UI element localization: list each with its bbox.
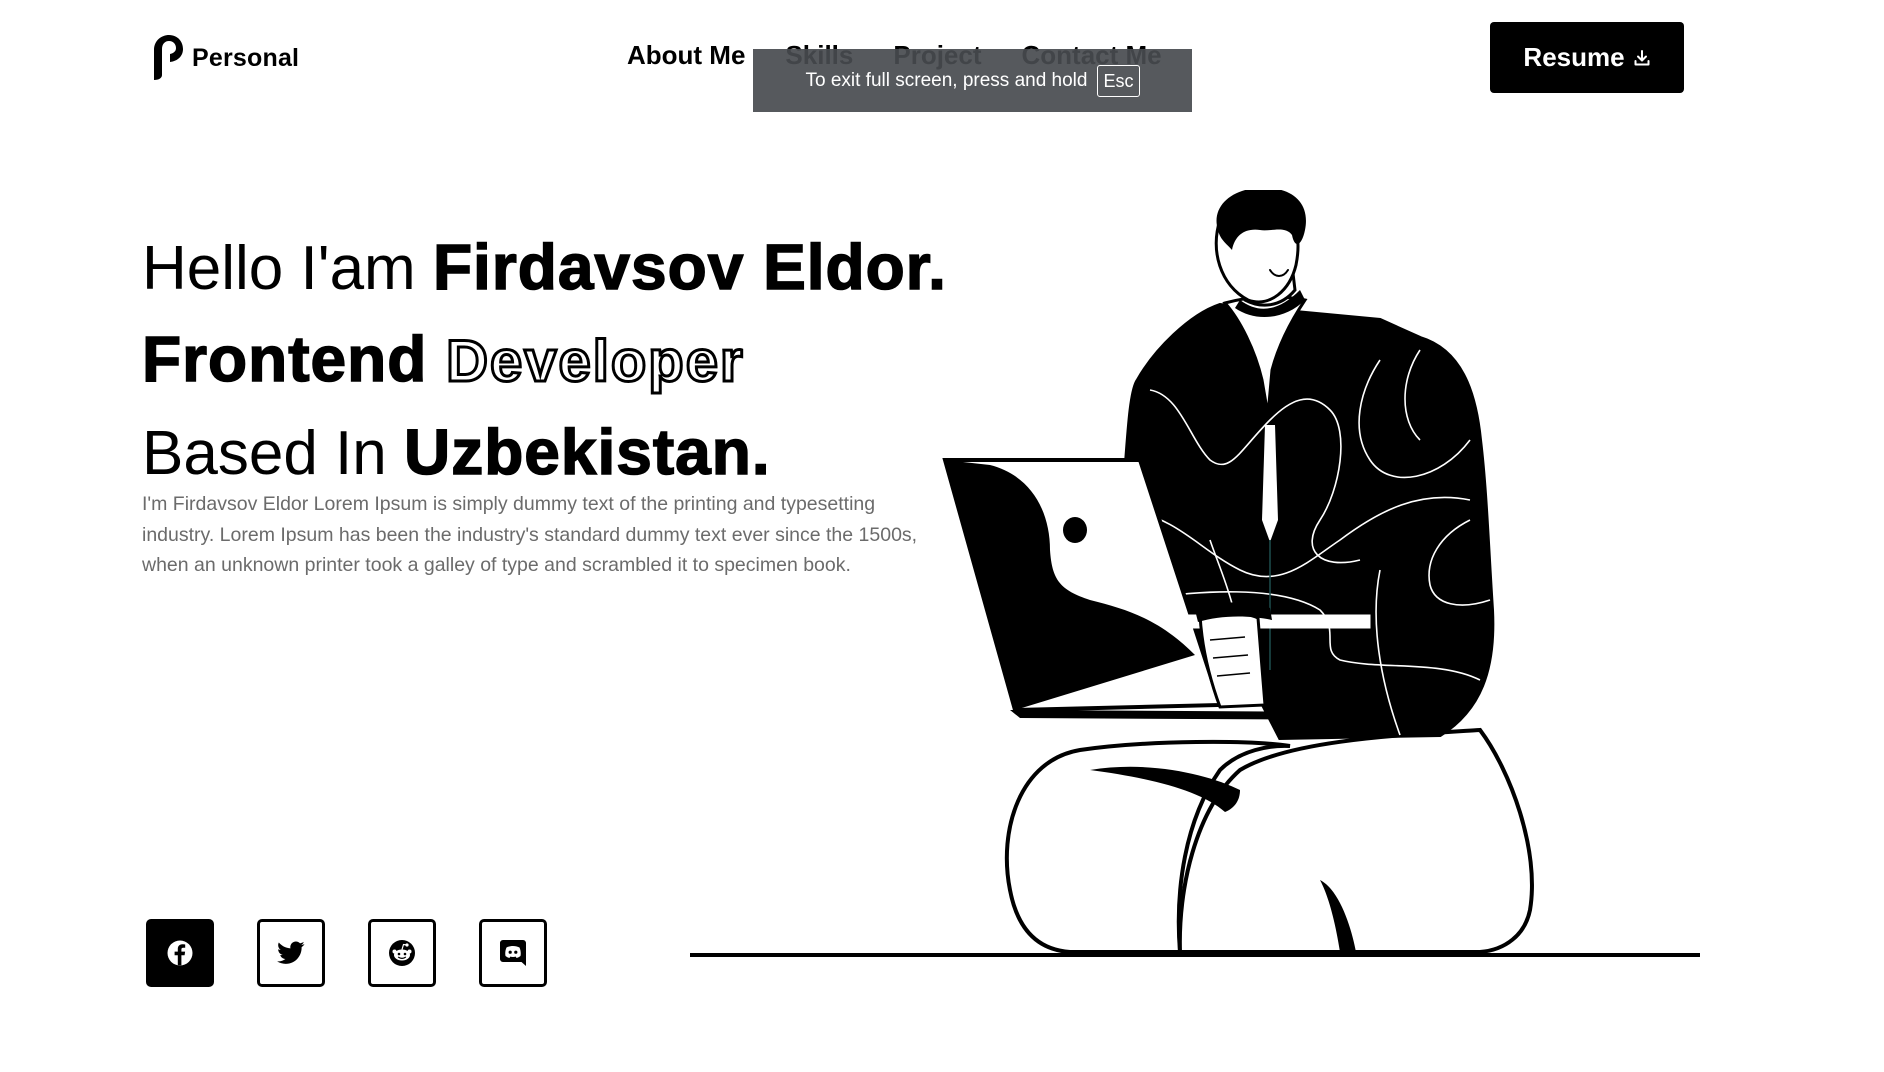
download-icon: [1634, 49, 1650, 65]
facebook-icon: [167, 940, 193, 966]
social-links: [146, 919, 547, 987]
fullscreen-exit-notice: To exit full screen, press and hold Esc: [753, 49, 1192, 112]
fullscreen-notice-text: To exit full screen, press and hold: [805, 69, 1088, 91]
facebook-button[interactable]: [146, 919, 214, 987]
nav-about-me[interactable]: About Me: [627, 40, 745, 71]
resume-button-label: Resume: [1523, 42, 1625, 72]
brand-logo[interactable]: Personal: [150, 34, 299, 82]
hero-location-prefix: Based In: [142, 419, 404, 488]
discord-icon: [500, 940, 526, 966]
hero-greeting: Hello I'am: [142, 234, 433, 303]
p-logo-icon: [154, 35, 183, 80]
reddit-icon: [389, 940, 415, 966]
hero-role: Frontend: [141, 322, 447, 396]
twitter-icon: [277, 941, 305, 964]
esc-key-badge: Esc: [1097, 64, 1140, 97]
twitter-button[interactable]: [257, 919, 325, 987]
resume-button[interactable]: Resume: [1490, 22, 1684, 93]
reddit-button[interactable]: [368, 919, 436, 987]
discord-button[interactable]: [479, 919, 547, 987]
developer-illustration: [690, 190, 1700, 957]
brand-name: Personal: [192, 43, 300, 72]
